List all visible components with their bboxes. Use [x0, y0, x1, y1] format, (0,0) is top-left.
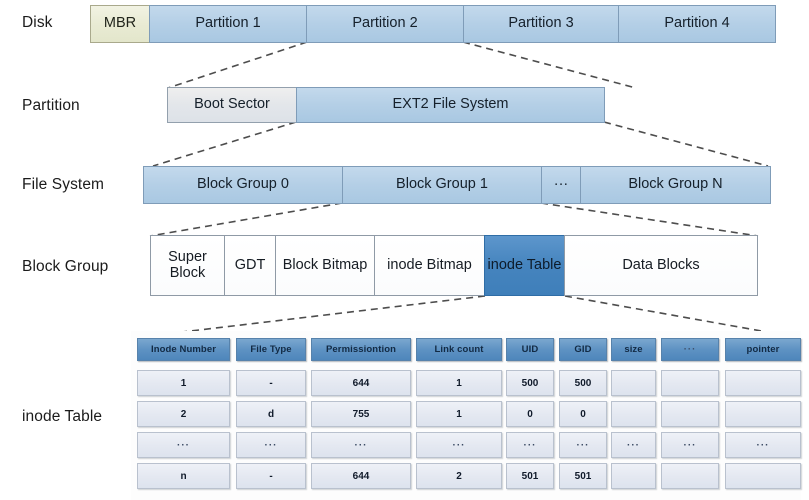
inode-table-cell: 500: [559, 370, 607, 396]
inode-table-cell: 0: [559, 401, 607, 427]
disk-segment-partition-4[interactable]: Partition 4: [618, 5, 776, 43]
inode-table-header-cell: Permissiontion: [311, 338, 411, 361]
inode-table-cell: -: [236, 370, 306, 396]
connector-fs-right: [540, 202, 759, 237]
inode-table-cell: 501: [506, 463, 554, 489]
row-label-inode-table: inode Table: [22, 408, 103, 425]
inode-table-cell: [725, 370, 801, 396]
inode-table-cell: ···: [137, 432, 230, 458]
row-label-block-group: Block Group: [22, 258, 109, 275]
inode-table-cell: ···: [725, 432, 801, 458]
inode-table-cell: 1: [416, 401, 502, 427]
row-label-disk: Disk: [22, 14, 53, 31]
disk-segment-partition-3[interactable]: Partition 3: [463, 5, 619, 43]
filesystem-segment-block-group-0[interactable]: Block Group 0: [143, 166, 343, 204]
row-label-partition: Partition: [22, 97, 80, 114]
inode-table-cell: d: [236, 401, 306, 427]
blockgroup-segment-data-blocks[interactable]: Data Blocks: [564, 235, 758, 296]
inode-table-header-cell: Inode Number: [137, 338, 230, 361]
partition-segment-ext2-file-system[interactable]: EXT2 File System: [296, 87, 605, 123]
inode-table-cell: [661, 370, 719, 396]
diagram-canvas: Disk MBR Partition 1 Partition 2 Partiti…: [0, 0, 809, 500]
connector-disk-right: [462, 41, 637, 89]
inode-table-header-cell: UID: [506, 338, 554, 361]
inode-table-header-cell: File Type: [236, 338, 306, 361]
inode-table-cell: ···: [611, 432, 656, 458]
inode-table-cell: 1: [416, 370, 502, 396]
inode-table-header-cell: size: [611, 338, 656, 361]
blockgroup-segment-inode-bitmap[interactable]: inode Bitmap: [374, 235, 485, 296]
blockgroup-segment-block-bitmap[interactable]: Block Bitmap: [275, 235, 375, 296]
inode-table-header-cell: GID: [559, 338, 607, 361]
inode-table-cell: 501: [559, 463, 607, 489]
connector-partition-right: [603, 121, 769, 167]
inode-table-cell: [661, 401, 719, 427]
inode-table-cell: [725, 463, 801, 489]
inode-table-cell: ···: [559, 432, 607, 458]
disk-segment-mbr[interactable]: MBR: [90, 5, 150, 43]
inode-table: Inode Number File Type Permissiontion Link …: [131, 331, 801, 500]
blockgroup-segment-super-block[interactable]: Super Block: [150, 235, 225, 296]
connector-partition-left: [152, 121, 297, 167]
row-label-file-system: File System: [22, 176, 105, 193]
inode-table-cell: ···: [236, 432, 306, 458]
disk-segment-partition-2[interactable]: Partition 2: [306, 5, 464, 43]
inode-table-cell: [725, 401, 801, 427]
inode-table-cell: ···: [416, 432, 502, 458]
inode-table-cell: 755: [311, 401, 411, 427]
disk-segment-partition-1[interactable]: Partition 1: [149, 5, 307, 43]
inode-table-header-cell: pointer: [725, 338, 801, 361]
connector-disk-left: [167, 41, 308, 89]
inode-table-cell: -: [236, 463, 306, 489]
inode-table-cell: 500: [506, 370, 554, 396]
blockgroup-segment-gdt[interactable]: GDT: [224, 235, 276, 296]
filesystem-segment-block-group-n[interactable]: Block Group N: [580, 166, 771, 204]
inode-table-cell: [611, 401, 656, 427]
partition-segment-boot-sector[interactable]: Boot Sector: [167, 87, 297, 123]
inode-table-cell: 2: [137, 401, 230, 427]
inode-table-cell: ···: [311, 432, 411, 458]
filesystem-segment-block-group-1[interactable]: Block Group 1: [342, 166, 542, 204]
inode-table-header-cell: ···: [661, 338, 719, 361]
inode-table-cell: [611, 370, 656, 396]
inode-table-cell: ···: [661, 432, 719, 458]
connector-fs-left: [149, 202, 343, 237]
inode-table-cell: 1: [137, 370, 230, 396]
inode-table-cell: 0: [506, 401, 554, 427]
inode-table-cell: [611, 463, 656, 489]
inode-table-cell: 644: [311, 463, 411, 489]
inode-table-cell: 644: [311, 370, 411, 396]
inode-table-cell: n: [137, 463, 230, 489]
inode-table-cell: [661, 463, 719, 489]
inode-table-cell: ···: [506, 432, 554, 458]
blockgroup-segment-inode-table[interactable]: inode Table: [484, 235, 565, 296]
inode-table-cell: 2: [416, 463, 502, 489]
inode-table-header-cell: Link count: [416, 338, 502, 361]
filesystem-segment-ellipsis: ···: [541, 166, 581, 204]
